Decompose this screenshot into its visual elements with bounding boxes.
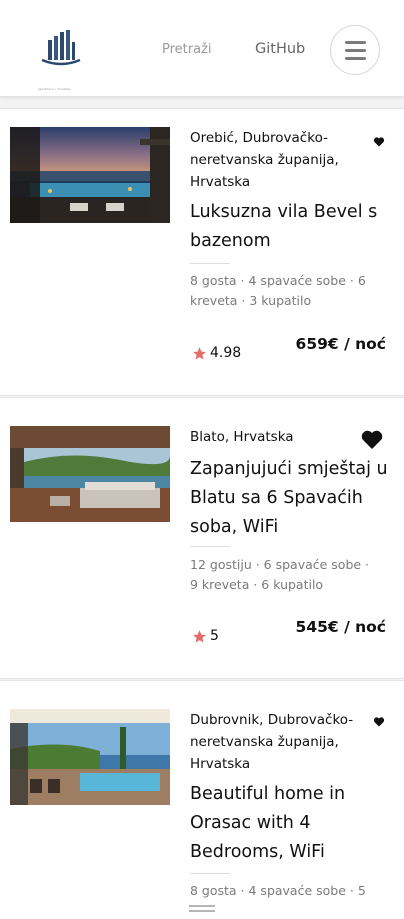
listing-location: Dubrovnik, Dubrovačko-neretvanska župani… [190, 712, 354, 772]
listing-location: Orebić, Dubrovačko-neretvanska županija,… [190, 130, 339, 190]
listing-card[interactable]: Blato, Hrvatska Zapanjujući smještaj u B… [0, 397, 404, 679]
divider [190, 546, 230, 547]
listing-card[interactable]: Orebić, Dubrovačko-neretvanska županija,… [0, 108, 404, 396]
hamburger-menu-button[interactable] [330, 25, 380, 75]
listing-rating: 5 [192, 628, 219, 644]
logo-caption: apartmani • hrvatska [38, 87, 71, 91]
star-icon [193, 629, 206, 642]
listing-details: 8 gosta · 4 spavaće sobe · 6 kreveta · 3… [190, 273, 366, 308]
favorite-heart-icon[interactable] [373, 136, 385, 148]
listing-details: 12 gostiju · 6 spavaće sobe · 9 kreveta … [190, 557, 370, 592]
listing-title[interactable]: Zapanjujući smještaj u Blatu sa 6 Spavać… [190, 455, 395, 542]
listing-photo[interactable] [10, 426, 170, 522]
divider [190, 873, 230, 874]
favorite-heart-icon[interactable] [360, 428, 384, 452]
logo-buildings-icon[interactable] [38, 26, 84, 72]
divider [190, 263, 230, 264]
listing-rating: 4.98 [192, 345, 241, 361]
listing-title[interactable]: Beautiful home in Orasac with 4 Bedrooms… [190, 780, 395, 867]
rating-value: 5 [210, 628, 219, 644]
nav-link-search[interactable]: Pretraži [162, 42, 212, 57]
listing-card[interactable]: Dubrovnik, Dubrovačko-neretvanska župani… [0, 680, 404, 919]
nav-link-github[interactable]: GitHub [255, 41, 305, 57]
hamburger-icon [345, 41, 366, 44]
listing-photo[interactable] [10, 709, 170, 805]
favorite-heart-icon[interactable] [373, 716, 385, 728]
listing-location: Blato, Hrvatska [190, 429, 294, 445]
listing-price: 659€ / noć [295, 335, 386, 353]
listing-photo[interactable] [10, 127, 170, 223]
star-icon [193, 346, 206, 359]
listing-price: 545€ / noć [295, 618, 386, 636]
listing-title[interactable]: Luksuzna vila Bevel s bazenom [190, 198, 395, 256]
drag-handle-icon[interactable] [189, 905, 215, 907]
listing-details: 8 gosta · 4 spavaće sobe · 5 [190, 883, 366, 898]
rating-value: 4.98 [210, 345, 242, 361]
top-navbar: apartmani • hrvatska Pretraži GitHub [0, 0, 404, 97]
